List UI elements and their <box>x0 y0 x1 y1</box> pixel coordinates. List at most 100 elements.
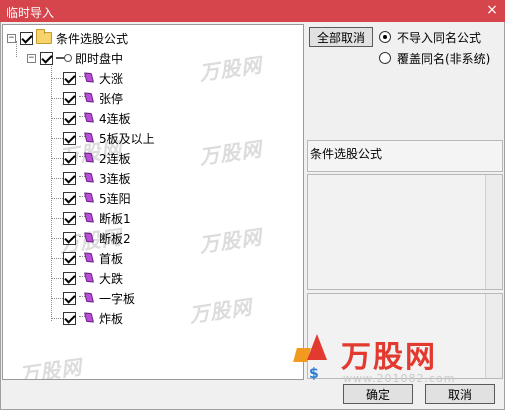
tree-item-label: 大跌 <box>99 271 124 286</box>
collapse-icon[interactable]: − <box>27 53 36 63</box>
title-bar: 临时导入 × <box>0 0 505 22</box>
item-checkbox[interactable] <box>63 311 76 325</box>
tree-item[interactable]: 炸板 <box>63 309 123 327</box>
tree-item[interactable]: 5连阳 <box>63 189 131 207</box>
item-checkbox[interactable] <box>63 131 76 145</box>
formula-diamond-icon <box>79 172 95 184</box>
tree-connector <box>51 78 63 79</box>
tree-item[interactable]: 5板及以上 <box>63 129 155 147</box>
formula-info-panel: 条件选股公式 <box>307 140 503 172</box>
tree-connector <box>51 318 63 319</box>
watermark-text: 万股网 <box>17 354 84 380</box>
formula-diamond-icon <box>79 132 95 144</box>
dollar-icon: $ <box>309 366 319 382</box>
radio-button[interactable] <box>379 52 391 64</box>
tree-node-label: 条件选股公式 <box>56 31 129 46</box>
tree-item[interactable]: 大跌 <box>63 269 123 287</box>
collapse-icon[interactable]: − <box>7 33 16 43</box>
radio-skip-same-name[interactable]: 不导入同名公式 <box>379 29 481 45</box>
dialog-body: 万股网 万股网 万股网 万股网 万股网 万股网 万股网 − 条件选股公式 − 即… <box>0 22 505 410</box>
formula-diamond-icon <box>79 72 95 84</box>
watermark-text: 万股网 <box>187 294 254 328</box>
tree-item-label: 断板2 <box>99 231 131 246</box>
tree-item-label: 首板 <box>99 251 124 266</box>
group-checkbox[interactable] <box>40 51 53 65</box>
formula-diamond-icon <box>79 192 95 204</box>
confirm-button[interactable]: 确定 <box>343 384 413 404</box>
tree-item-label: 3连板 <box>99 171 131 186</box>
tree-item[interactable]: 一字板 <box>63 289 135 307</box>
formula-diamond-icon <box>79 272 95 284</box>
tree-connector <box>51 118 63 119</box>
tree-item-label: 大涨 <box>99 71 124 86</box>
formula-info-title: 条件选股公式 <box>310 147 383 161</box>
tree-item-label: 2连板 <box>99 151 131 166</box>
root-checkbox[interactable] <box>20 31 33 45</box>
formula-tree[interactable]: 万股网 万股网 万股网 万股网 万股网 万股网 万股网 − 条件选股公式 − 即… <box>2 24 304 380</box>
tree-node-label: 即时盘中 <box>75 51 124 66</box>
cancel-button[interactable]: 取消 <box>425 384 495 404</box>
brand-logo: $ 万股网 www.201082.com <box>283 328 483 386</box>
close-icon[interactable]: × <box>484 2 500 18</box>
radio-button[interactable] <box>379 31 391 43</box>
item-checkbox[interactable] <box>63 191 76 205</box>
tree-item-label: 一字板 <box>99 291 136 306</box>
tree-item[interactable]: 大涨 <box>63 69 123 87</box>
item-checkbox[interactable] <box>63 291 76 305</box>
watermark-text: 万股网 <box>197 52 264 86</box>
tree-item-label: 5连阳 <box>99 191 131 206</box>
item-checkbox[interactable] <box>63 71 76 85</box>
tree-item-label: 炸板 <box>99 311 124 326</box>
tree-connector <box>51 258 63 259</box>
formula-diamond-icon <box>79 92 95 104</box>
item-checkbox[interactable] <box>63 251 76 265</box>
watermark-text: 万股网 <box>197 136 264 170</box>
tree-connector <box>51 158 63 159</box>
formula-diamond-icon <box>79 312 95 324</box>
tree-connector <box>51 98 63 99</box>
item-checkbox[interactable] <box>63 151 76 165</box>
radio-label: 覆盖同名(非系统) <box>397 51 491 66</box>
item-checkbox[interactable] <box>63 91 76 105</box>
tree-node-group[interactable]: − 即时盘中 <box>27 49 123 67</box>
logo-brand-text: 万股网 <box>341 340 437 375</box>
tree-item[interactable]: 张停 <box>63 89 123 107</box>
tree-connector <box>51 238 63 239</box>
tree-item[interactable]: 首板 <box>63 249 123 267</box>
tree-item[interactable]: 断板1 <box>63 209 131 227</box>
tree-item-label: 断板1 <box>99 211 131 226</box>
item-checkbox[interactable] <box>63 171 76 185</box>
window-title: 临时导入 <box>6 6 55 20</box>
folder-icon <box>36 29 52 44</box>
tree-connector <box>51 278 63 279</box>
watermark-layer: 万股网 万股网 万股网 万股网 万股网 万股网 万股网 <box>3 25 303 379</box>
radio-overwrite-same-name[interactable]: 覆盖同名(非系统) <box>379 50 490 66</box>
watermark-text: 万股网 <box>197 224 264 258</box>
formula-diamond-icon <box>79 292 95 304</box>
formula-diamond-icon <box>79 152 95 164</box>
formula-description-box[interactable] <box>307 174 503 290</box>
tree-item-label: 5板及以上 <box>99 131 155 146</box>
tree-connector <box>51 178 63 179</box>
tree-connector <box>51 298 63 299</box>
formula-diamond-icon <box>79 232 95 244</box>
tree-item[interactable]: 2连板 <box>63 149 131 167</box>
tree-connector <box>51 218 63 219</box>
tree-node-root[interactable]: − 条件选股公式 <box>7 29 128 47</box>
item-checkbox[interactable] <box>63 211 76 225</box>
formula-diamond-icon <box>79 212 95 224</box>
cancel-all-button[interactable]: 全部取消 <box>309 27 373 47</box>
item-checkbox[interactable] <box>63 231 76 245</box>
tree-item-label: 4连板 <box>99 111 131 126</box>
tree-item[interactable]: 3连板 <box>63 169 131 187</box>
key-icon <box>56 52 72 64</box>
item-checkbox[interactable] <box>63 271 76 285</box>
formula-diamond-icon <box>79 112 95 124</box>
tree-connector <box>51 198 63 199</box>
tree-item-label: 张停 <box>99 91 124 106</box>
tree-item[interactable]: 断板2 <box>63 229 131 247</box>
item-checkbox[interactable] <box>63 111 76 125</box>
tree-item[interactable]: 4连板 <box>63 109 131 127</box>
radio-label: 不导入同名公式 <box>397 30 482 45</box>
formula-diamond-icon <box>79 252 95 264</box>
